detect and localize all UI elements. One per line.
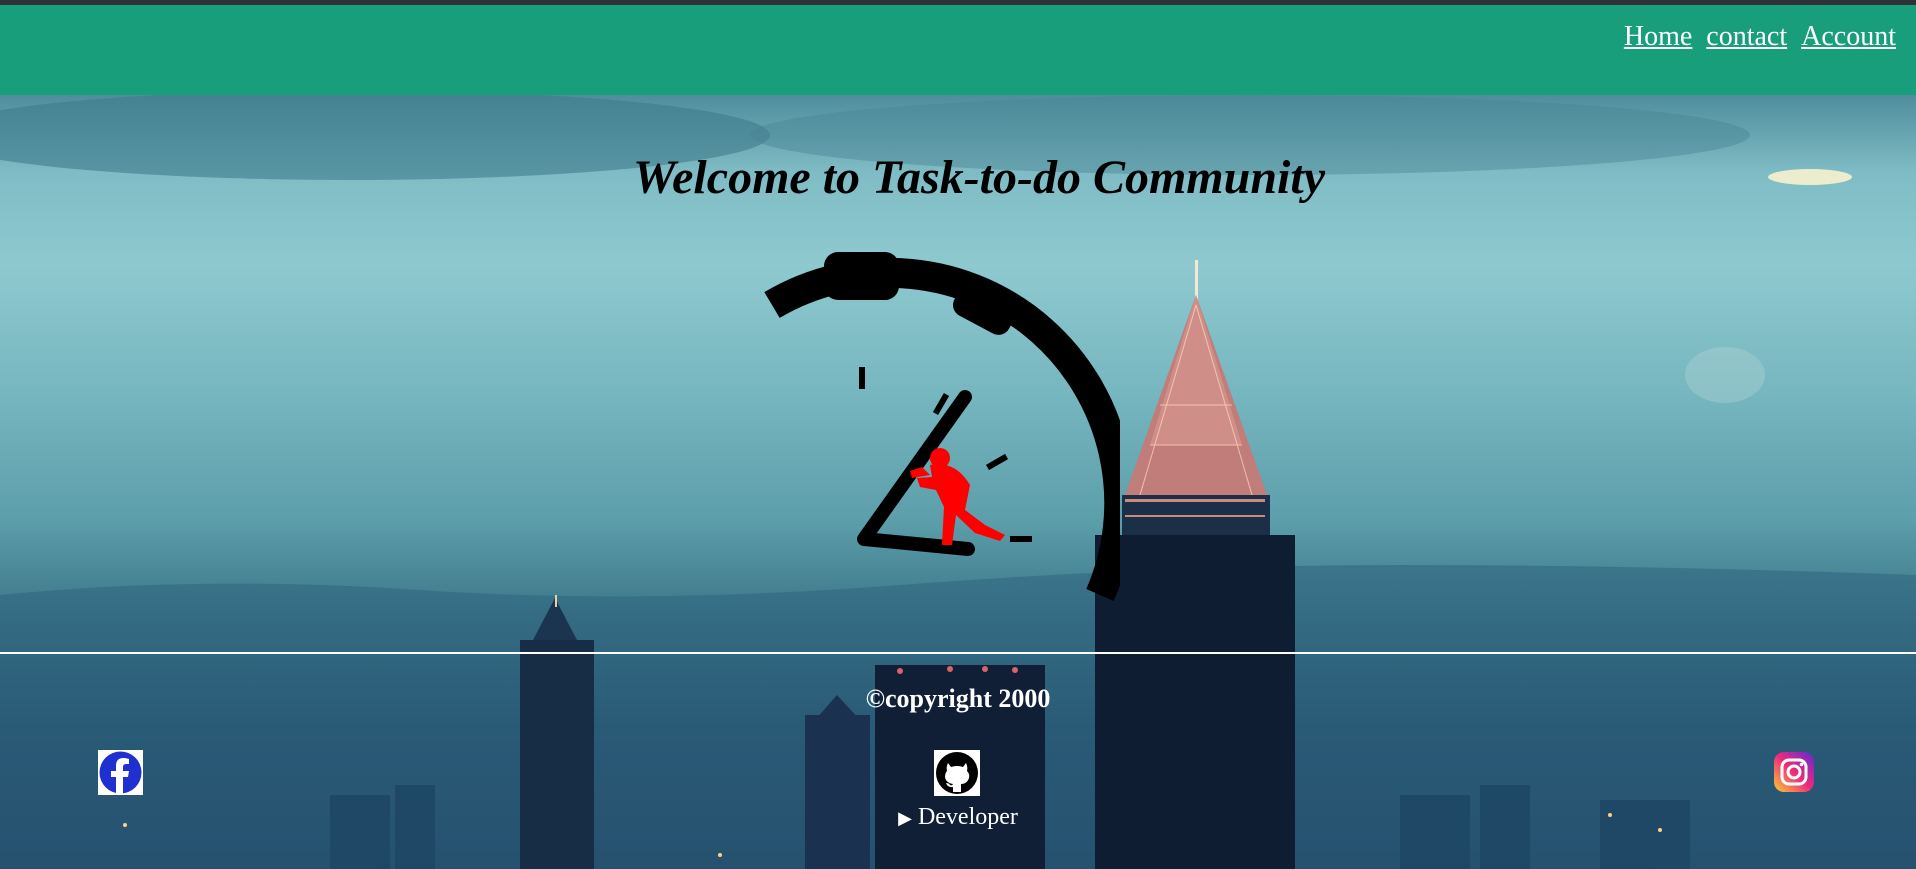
nav-link-account[interactable]: Account <box>1801 21 1896 53</box>
main-nav: Home contact Account <box>1624 21 1896 53</box>
page-title: Welcome to Task-to-do Community <box>633 151 1325 204</box>
page: Home contact Account Welcome to Task-to-… <box>0 0 1916 869</box>
nav-link-contact[interactable]: contact <box>1706 21 1787 53</box>
nav-link-home[interactable]: Home <box>1624 21 1692 53</box>
developer-label: Developer <box>917 804 1018 830</box>
facebook-icon[interactable] <box>98 750 143 795</box>
developer-toggle[interactable]: ▶ Developer <box>0 804 1916 831</box>
disclosure-triangle-icon: ▶ <box>898 808 912 828</box>
copyright-text: ©copyright 2000 <box>865 684 1051 713</box>
instagram-icon[interactable] <box>1774 752 1814 792</box>
stopwatch-logo <box>764 252 1120 601</box>
github-icon[interactable] <box>934 750 980 796</box>
footer-divider <box>0 652 1916 654</box>
header-bar: Home contact Account <box>0 5 1916 95</box>
